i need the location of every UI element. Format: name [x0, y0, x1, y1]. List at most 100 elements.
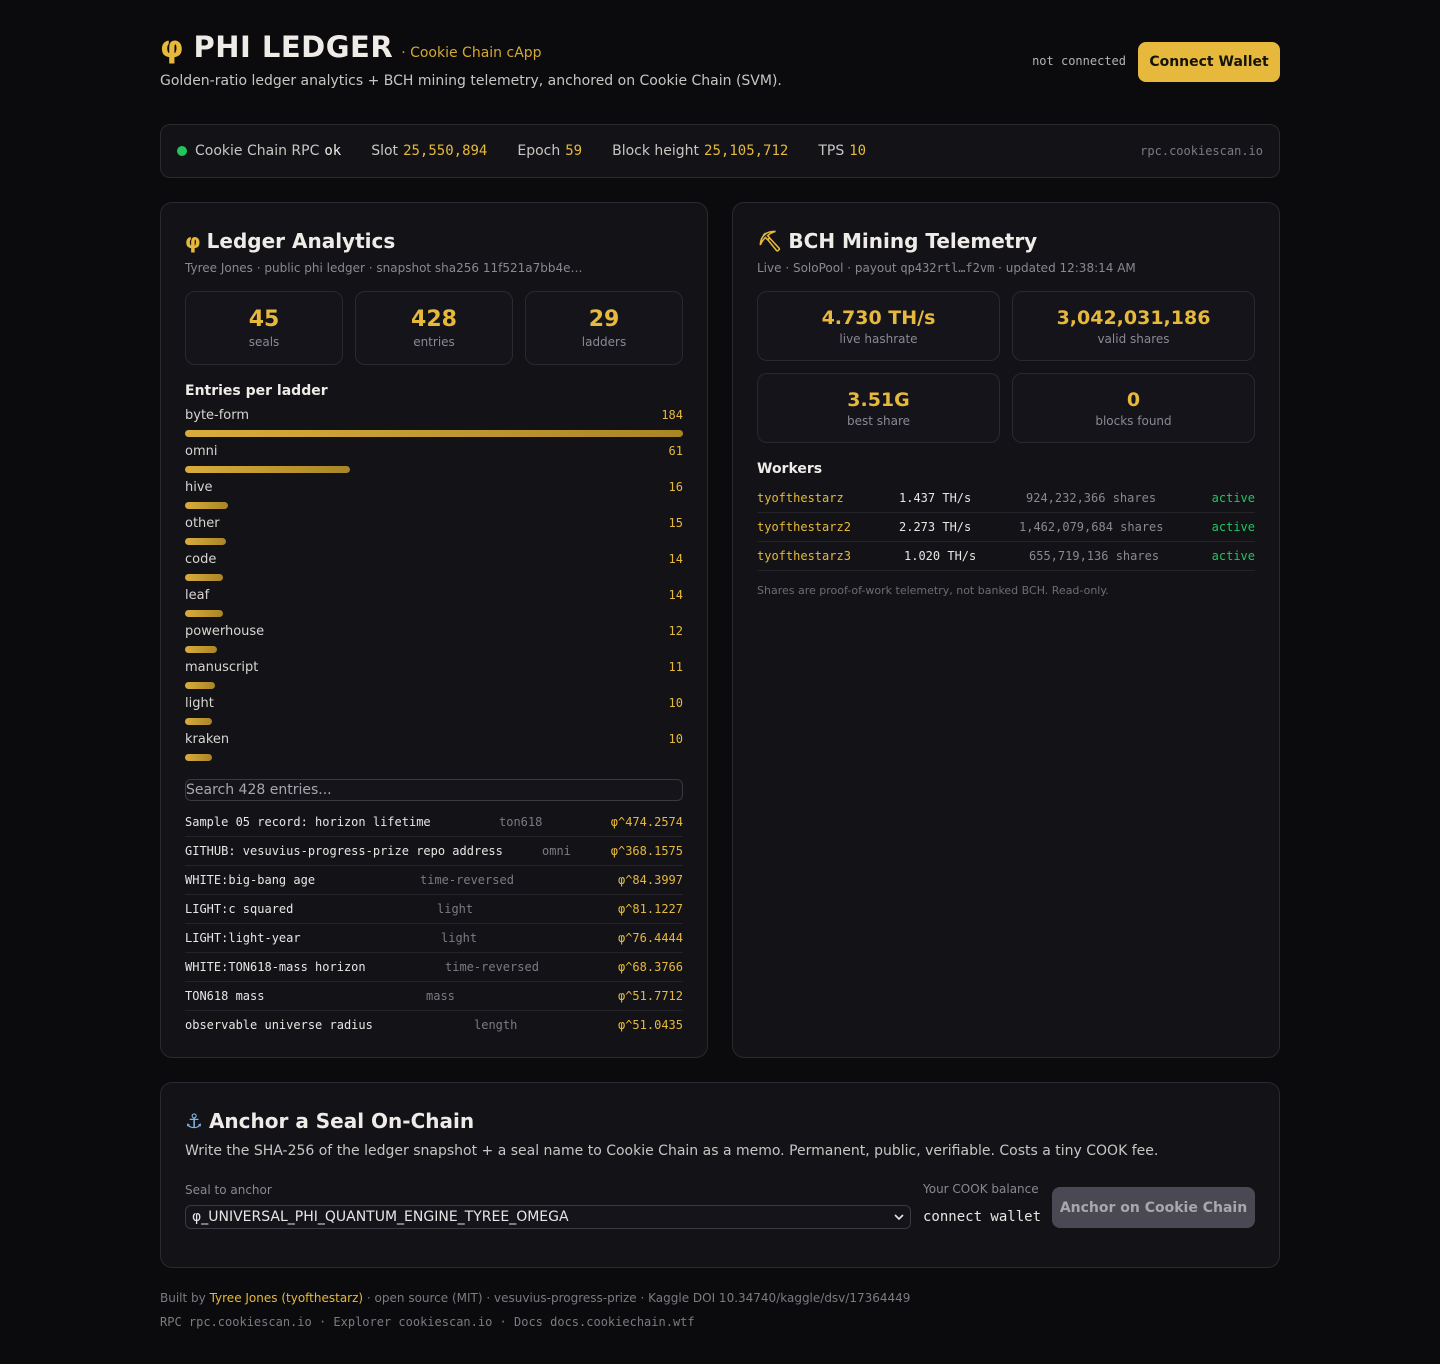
app-subtitle: · Cookie Chain cApp: [401, 45, 542, 61]
tps-value: 10: [849, 143, 867, 159]
entry-list: Sample 05 record: horizon lifetime ton618…: [185, 808, 683, 1040]
ladder-bar-row: code 14: [185, 552, 683, 588]
kpi-label: live hashrate: [839, 331, 918, 346]
ladder-name: hive: [185, 480, 213, 495]
entry-name: LIGHT:light-year: [185, 931, 301, 945]
entry-name: observable universe radius: [185, 1018, 373, 1032]
ladder-bar-track: [185, 430, 683, 437]
page-footer: Built by Tyree Jones (tyofthestarz) · op…: [160, 1291, 910, 1329]
kpi-blocks-found: 0 blocks found: [1012, 373, 1255, 443]
entry-row[interactable]: observable universe radius length φ^51.043…: [185, 1011, 683, 1040]
seal-select-label: Seal to anchor: [185, 1183, 272, 1197]
worker-list: tyofthestarz 1.437 TH/s 924,232,366 shar…: [757, 484, 1255, 571]
page-header: φ PHI LEDGER · Cookie Chain cApp Golden-…: [160, 30, 1280, 94]
entry-phi-value: φ^68.3766: [617, 960, 683, 974]
ladder-count: 16: [668, 480, 683, 494]
footer-meta: · open source (MIT) · vesuvius-progress-…: [366, 1291, 911, 1305]
worker-row[interactable]: tyofthestarz3 1.020 TH/s 655,719,136 sha…: [757, 542, 1255, 571]
entry-tag: light: [437, 902, 474, 916]
ledger-analytics-card: φ Ledger Analytics Tyree Jones · public …: [160, 202, 708, 1058]
entries-search-input[interactable]: [185, 779, 683, 801]
anchor-title: ⚓ Anchor a Seal On-Chain: [185, 1109, 1255, 1133]
cook-balance-value: connect wallet: [923, 1209, 1042, 1225]
kpi-label: seals: [248, 335, 280, 349]
ladder-bar-track: [185, 466, 683, 473]
ladder-bar-row: leaf 14: [185, 588, 683, 624]
ledger-subtitle: Tyree Jones · public phi ledger · snapsh…: [185, 261, 583, 275]
kpi-entries: 428 entries: [355, 291, 513, 365]
seal-select[interactable]: φ_UNIVERSAL_PHI_QUANTUM_ENGINE_TYREE_OME…: [185, 1205, 911, 1229]
ladder-count: 10: [668, 732, 683, 746]
ladder-bar-fill: [185, 430, 683, 437]
entry-phi-value: φ^474.2574: [610, 815, 683, 829]
entry-row[interactable]: WHITE:TON618-mass horizon time-reversed φ^…: [185, 953, 683, 982]
ladder-count: 61: [668, 444, 683, 458]
phi-icon: φ: [185, 229, 201, 253]
entry-tag: length: [474, 1018, 518, 1032]
mining-title-text: BCH Mining Telemetry: [788, 229, 1038, 253]
tps-label: TPS: [818, 143, 845, 159]
worker-name: tyofthestarz: [757, 491, 844, 505]
entry-tag: mass: [426, 989, 455, 1003]
entry-row[interactable]: LIGHT:c squared light φ^81.1227: [185, 895, 683, 924]
kpi-value: 4.730 TH/s: [821, 306, 936, 329]
anchor-on-chain-button[interactable]: Anchor on Cookie Chain: [1052, 1187, 1255, 1228]
rpc-status-value: ok: [324, 143, 342, 159]
ladder-bar-fill: [185, 538, 226, 545]
worker-hashrate: 1.437 TH/s: [899, 491, 972, 505]
ladder-name: byte-form: [185, 408, 250, 423]
slot-value: 25,550,894: [403, 143, 488, 159]
ladder-name: code: [185, 552, 217, 567]
workers-heading: Workers: [757, 461, 823, 477]
seal-select-value: φ_UNIVERSAL_PHI_QUANTUM_ENGINE_TYREE_OME…: [192, 1209, 569, 1225]
rpc-host-link[interactable]: rpc.cookiescan.io: [1140, 144, 1263, 158]
kpi-seals: 45 seals: [185, 291, 343, 365]
kpi-ladders: 29 ladders: [525, 291, 683, 365]
worker-row[interactable]: tyofthestarz 1.437 TH/s 924,232,366 shar…: [757, 484, 1255, 513]
updated-time: · updated 12:38:14 AM: [998, 261, 1136, 275]
entry-row[interactable]: TON618 mass mass φ^51.7712: [185, 982, 683, 1011]
ladder-bar-row: omni 61: [185, 444, 683, 480]
epoch-value: 59: [565, 143, 583, 159]
ladder-bar-fill: [185, 502, 229, 509]
entry-row[interactable]: LIGHT:light-year light φ^76.4444: [185, 924, 683, 953]
ladder-count: 14: [668, 552, 683, 566]
entry-phi-value: φ^368.1575: [610, 844, 683, 858]
mining-telemetry-card: ⛏ BCH Mining Telemetry Live · SoloPool ·…: [732, 202, 1280, 1058]
kpi-value: 29: [588, 307, 620, 332]
connect-wallet-button[interactable]: Connect Wallet: [1138, 42, 1280, 82]
author-link[interactable]: Tyree Jones (tyofthestarz): [210, 1291, 364, 1305]
ladder-bar-fill: [185, 646, 218, 653]
rpc-status: Cookie Chain RPC ok: [195, 143, 341, 159]
rpc-status-dot-icon: [177, 146, 187, 156]
worker-name: tyofthestarz3: [757, 549, 851, 563]
kpi-valid-shares: 3,042,031,186 valid shares: [1012, 291, 1255, 361]
payout-address: qp432rtl…f2vm: [900, 261, 995, 275]
kpi-best-share: 3.51G best share: [757, 373, 1000, 443]
entry-name: WHITE:big-bang age: [185, 873, 316, 887]
slot-label: Slot: [371, 143, 399, 159]
entry-name: LIGHT:c squared: [185, 902, 294, 916]
rpc-label: Cookie Chain RPC: [195, 143, 320, 159]
ladder-bar-track: [185, 502, 683, 509]
ladder-count: 12: [668, 624, 683, 638]
ladder-bar-track: [185, 574, 683, 581]
entry-tag: omni: [542, 844, 571, 858]
worker-row[interactable]: tyofthestarz2 2.273 TH/s 1,462,079,684 s…: [757, 513, 1255, 542]
entry-name: GITHUB: vesuvius-progress-prize repo add…: [185, 844, 503, 858]
ladder-name: other: [185, 516, 220, 531]
entry-row[interactable]: GITHUB: vesuvius-progress-prize repo add…: [185, 837, 683, 866]
entry-row[interactable]: Sample 05 record: horizon lifetime ton618…: [185, 808, 683, 837]
entry-tag: time-reversed: [445, 960, 539, 974]
ladder-bar-list: byte-form 184 omni 61 hive 16 other 15 code 14 lea…: [185, 408, 683, 768]
kpi-value: 428: [411, 307, 457, 332]
kpi-value: 3.51G: [847, 388, 910, 411]
epoch-label: Epoch: [517, 143, 561, 159]
ladder-bar-row: other 15: [185, 516, 683, 552]
ladder-bar-fill: [185, 610, 223, 617]
ledger-title: φ Ledger Analytics: [185, 229, 683, 253]
entry-tag: time-reversed: [420, 873, 514, 887]
ladder-bar-row: hive 16: [185, 480, 683, 516]
footer-links[interactable]: RPC rpc.cookiescan.io · Explorer cookies…: [160, 1315, 910, 1329]
entry-row[interactable]: WHITE:big-bang age time-reversed φ^84.3997: [185, 866, 683, 895]
